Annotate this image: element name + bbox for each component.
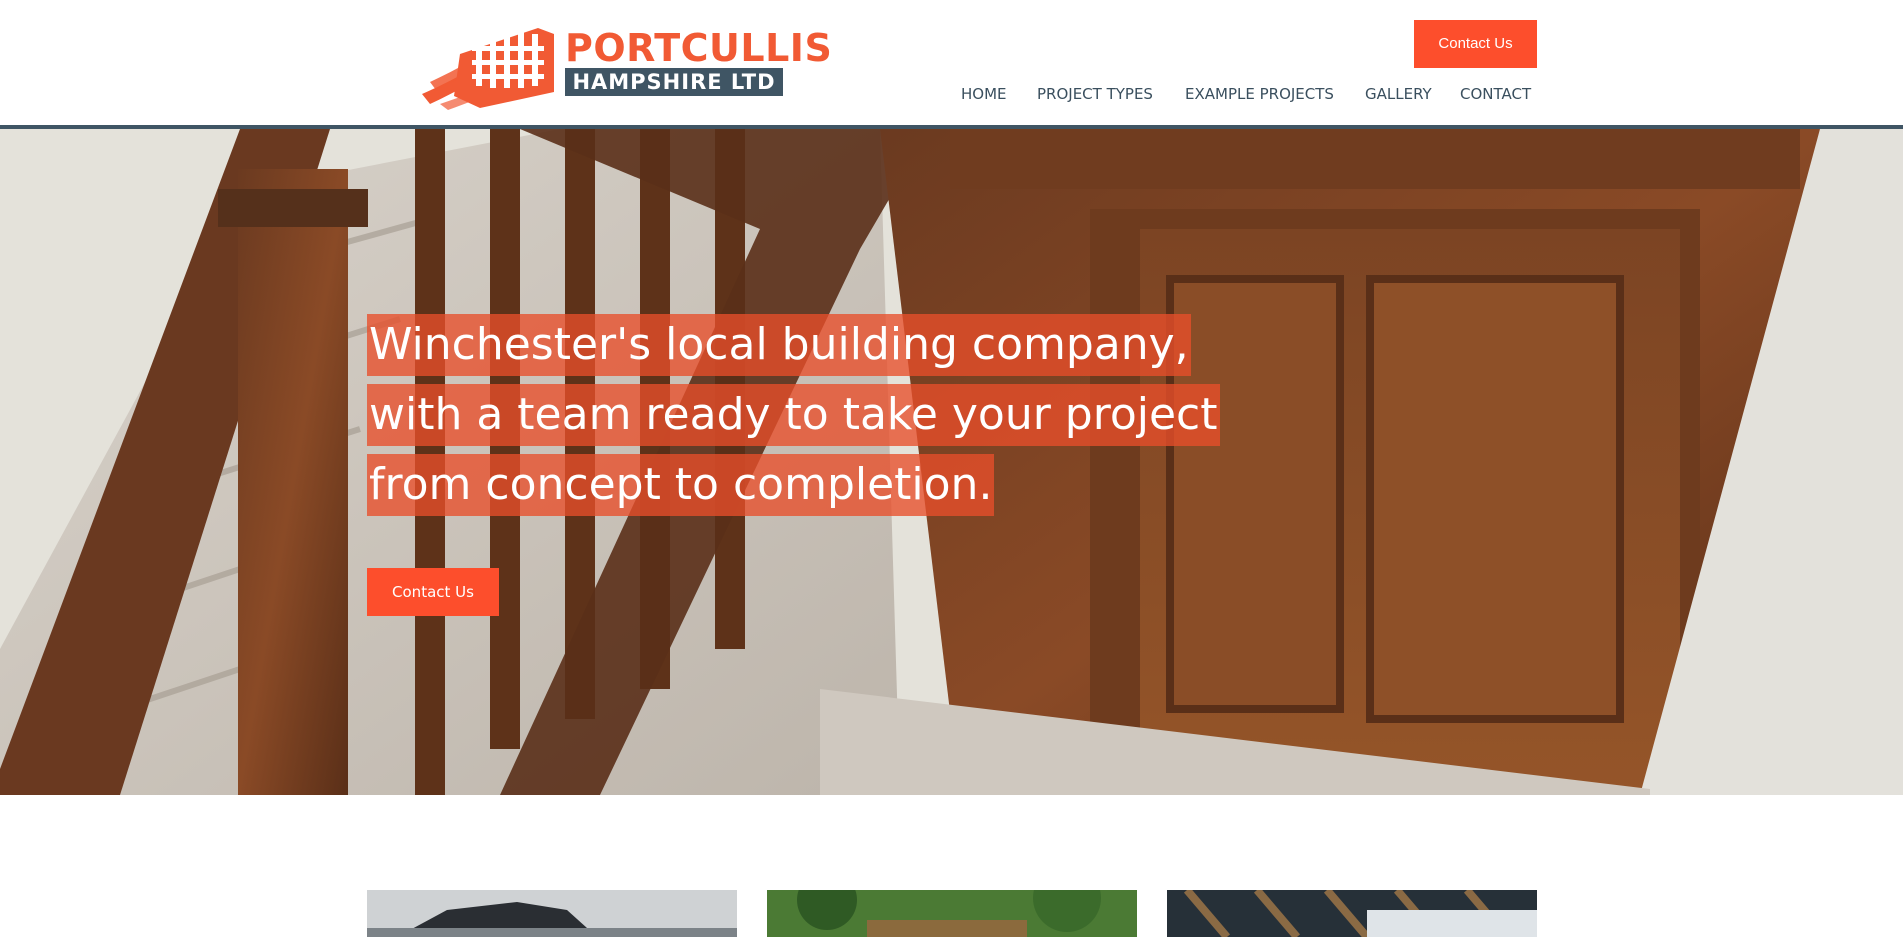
headline-line: from concept to completion. — [367, 454, 995, 516]
headline-line: Winchester's local building company, — [367, 314, 1191, 376]
nav-item-home[interactable]: HOME — [961, 83, 1007, 105]
project-thumbnail[interactable] — [367, 890, 737, 937]
logo-text-primary: PORTCULLIS — [565, 26, 833, 70]
main-nav: HOME PROJECT TYPES EXAMPLE PROJECTS GALL… — [0, 83, 1903, 105]
project-thumbnail[interactable] — [767, 890, 1137, 937]
site-header: PORTCULLIS HAMPSHIRE LTD Contact Us HOME… — [0, 0, 1903, 130]
project-image-garden — [767, 890, 1137, 937]
header-contact-button[interactable]: Contact Us — [1414, 20, 1537, 68]
project-image-roof — [1167, 890, 1537, 937]
hero-section: Winchester's local building company, wit… — [0, 129, 1903, 795]
nav-item-project-types[interactable]: PROJECT TYPES — [1037, 83, 1153, 105]
project-thumbnail[interactable] — [1167, 890, 1537, 937]
nav-item-contact[interactable]: CONTACT — [1460, 83, 1531, 105]
project-image-house — [367, 890, 737, 937]
nav-item-example-projects[interactable]: EXAMPLE PROJECTS — [1185, 83, 1334, 105]
nav-item-gallery[interactable]: GALLERY — [1365, 83, 1432, 105]
hero-headline: Winchester's local building company, wit… — [367, 314, 1267, 524]
hero-contact-button[interactable]: Contact Us — [367, 568, 499, 616]
headline-line: with a team ready to take your project — [367, 384, 1220, 446]
